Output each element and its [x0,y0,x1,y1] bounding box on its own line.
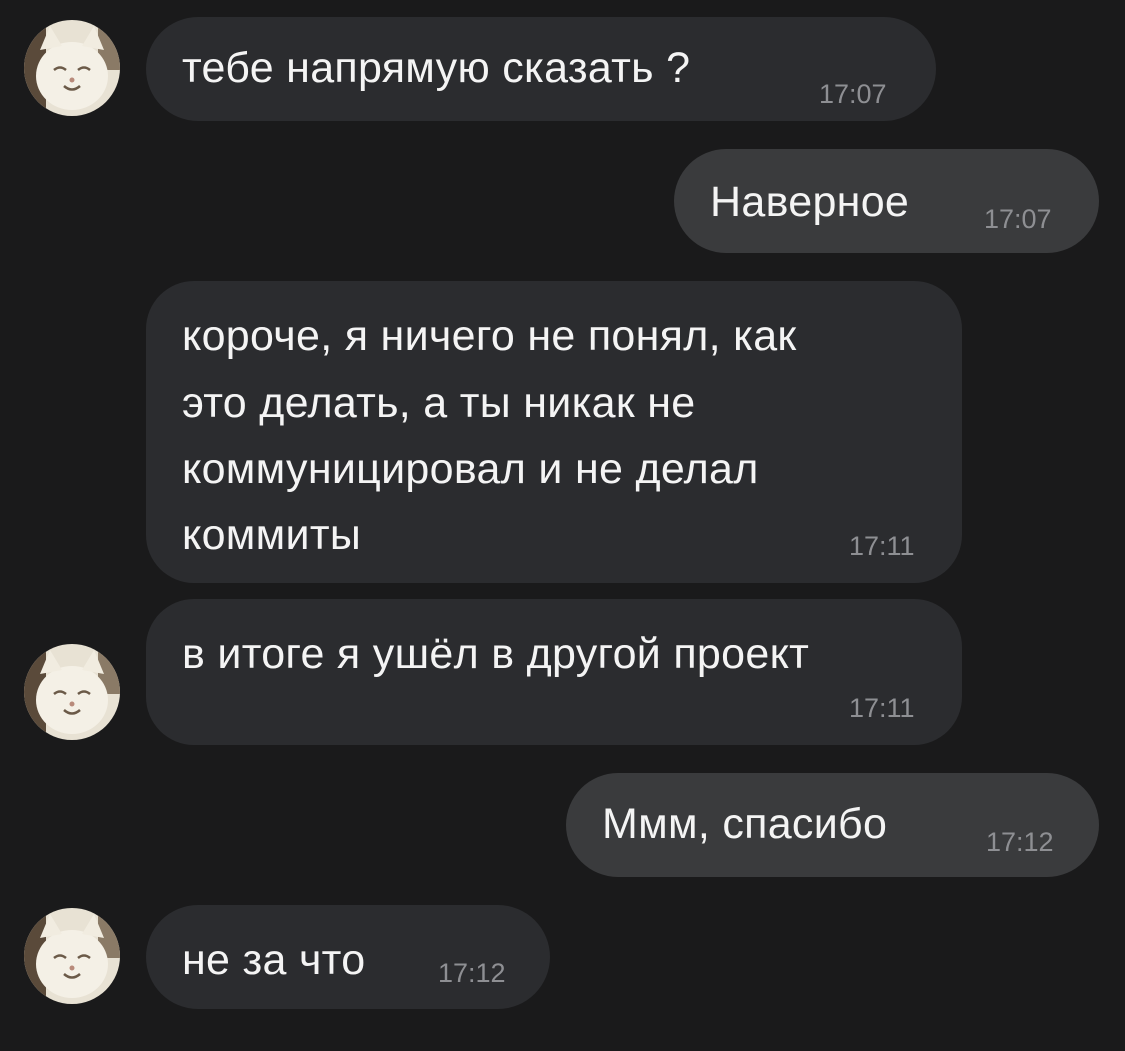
message-time: 17:12 [438,958,506,988]
message-text: тебе напрямую сказать ? [182,44,691,92]
message-bubble[interactable]: не за что 17:12 [146,905,550,1009]
message-time: 17:11 [849,693,915,723]
sender-avatar[interactable] [24,644,120,740]
message-text: Наверное [710,178,910,226]
message-bubble[interactable]: Наверное 17:07 [674,149,1099,253]
message-bubble[interactable]: короче, я ничего не понял, как это делат… [146,281,962,583]
message-text-line: короче, я ничего не понял, как [182,312,797,360]
message-bubble[interactable]: в итоге я ушёл в другой проект 17:11 [146,599,962,745]
cat-avatar-icon [24,908,120,1004]
cat-avatar-icon [24,644,120,740]
message-bubble[interactable]: Ммм, спасибо 17:12 [566,773,1099,877]
message-time: 17:11 [849,531,915,561]
message-text: в итоге я ушёл в другой проект [182,630,810,678]
sender-avatar[interactable] [24,908,120,1004]
message-text-line: это делать, а ты никак не [182,379,696,427]
message-bubble[interactable]: тебе напрямую сказать ? 17:07 [146,17,936,121]
message-time: 17:07 [984,204,1052,234]
message-text-line: коммуницировал и не делал [182,445,759,493]
message-text: Ммм, спасибо [602,800,888,848]
message-time: 17:07 [819,79,887,109]
sender-avatar[interactable] [24,20,120,116]
message-text-line: коммиты [182,511,362,559]
cat-avatar-icon [24,20,120,116]
message-time: 17:12 [986,827,1054,857]
message-text: не за что [182,936,366,984]
